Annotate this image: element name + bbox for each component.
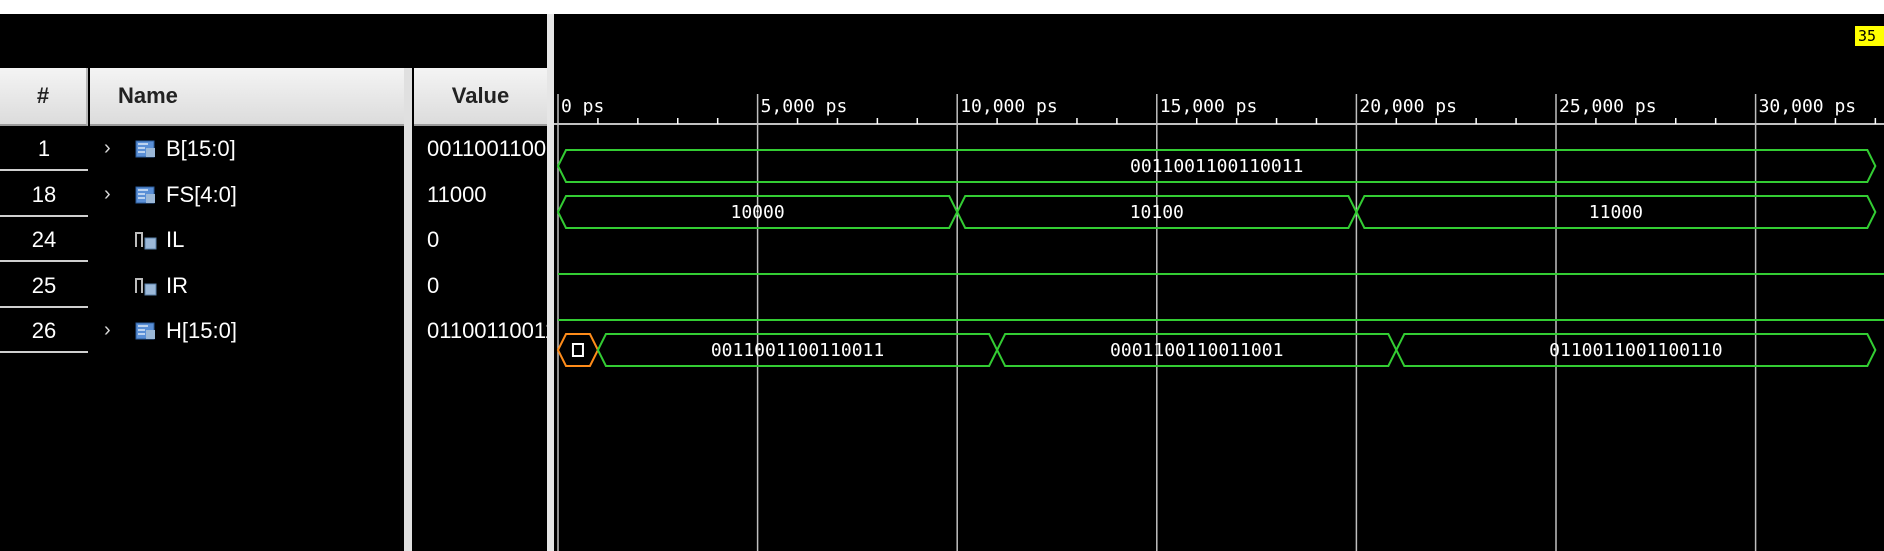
- signal-row[interactable]: 25 IR 0: [0, 263, 547, 308]
- column-header-name[interactable]: Name: [90, 68, 404, 126]
- signal-row[interactable]: 18 › FS[4:0] 11000: [0, 172, 547, 217]
- column-header-value[interactable]: Value: [414, 68, 547, 126]
- pane-splitter[interactable]: [547, 14, 554, 551]
- tick-label: 25,000 ps: [1559, 96, 1657, 117]
- segment-value-label: 10000: [731, 202, 785, 223]
- cursor-time-marker[interactable]: 35: [1855, 26, 1884, 46]
- column-header-number[interactable]: #: [0, 68, 88, 126]
- signal-row[interactable]: 24 IL 0: [0, 217, 547, 263]
- tick-label: 20,000 ps: [1359, 96, 1457, 117]
- signal-value: 0011001100110011: [427, 136, 547, 161]
- tick-label: 15,000 ps: [1160, 96, 1258, 117]
- chevron-right-icon[interactable]: ›: [104, 172, 111, 217]
- signal-value: 0: [427, 272, 440, 298]
- segment-value-label: 0001100110011001: [1110, 340, 1283, 361]
- undefined-value-segment: [556, 333, 600, 367]
- chevron-right-icon[interactable]: ›: [104, 126, 111, 171]
- signal-row[interactable]: 1 › B[15:0] 0011001100110011: [0, 126, 547, 171]
- signal-number: 25: [0, 263, 88, 308]
- bus-icon: [135, 140, 155, 158]
- chevron-right-icon[interactable]: ›: [104, 308, 111, 353]
- segment-value-label: 0110011001100110: [1549, 340, 1722, 361]
- signal-name[interactable]: IR: [166, 263, 188, 308]
- wire-icon: [135, 232, 157, 250]
- waveform-canvas[interactable]: 0 ps 5,000 ps 10,000 ps 15,000 ps 20,000 ps 2…: [554, 14, 1884, 551]
- top-strip: [0, 0, 1884, 14]
- signal-name[interactable]: H[15:0]: [166, 308, 237, 353]
- signal-name[interactable]: IL: [166, 217, 184, 262]
- segment-value-label: 0011001100110011: [1130, 156, 1303, 177]
- signal-number: 26: [0, 308, 88, 354]
- signal-name[interactable]: B[15:0]: [166, 126, 236, 171]
- signal-number: 18: [0, 172, 88, 217]
- bus-icon: [135, 186, 155, 204]
- tick-label: 0 ps: [561, 96, 604, 117]
- segment-value-label: 10100: [1130, 202, 1184, 223]
- signal-value: 11000: [427, 181, 487, 207]
- tick-label: 30,000 ps: [1759, 96, 1857, 117]
- undefined-value-box: [571, 343, 584, 357]
- signal-value: 0110011001100110: [427, 318, 547, 344]
- signal-list-panel: # Name Value 1 › B[15:0] 0011001100110011 18…: [0, 14, 547, 551]
- signal-number: 24: [0, 217, 88, 263]
- segment-value-label: 0011001100110011: [711, 340, 884, 361]
- signal-name[interactable]: FS[4:0]: [166, 172, 237, 217]
- bus-icon: [135, 322, 155, 340]
- tick-label: 5,000 ps: [761, 96, 848, 117]
- tick-label: 10,000 ps: [960, 96, 1058, 117]
- wire-icon: [135, 277, 157, 296]
- signal-number: 1: [0, 126, 88, 171]
- signal-row[interactable]: 26 › H[15:0] 0110011001100110: [0, 308, 547, 354]
- segment-value-label: 11000: [1589, 202, 1643, 223]
- signal-value: 0: [427, 227, 440, 253]
